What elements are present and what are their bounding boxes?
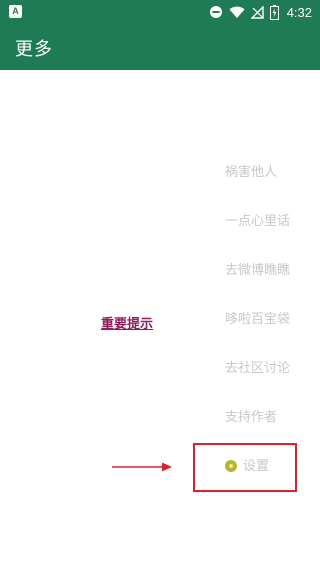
menu-item-community[interactable]: 去社区讨论	[225, 354, 315, 384]
menu-item-support-author[interactable]: 支持作者	[225, 403, 315, 433]
menu-item-weibo[interactable]: 去微博瞧瞧	[225, 256, 315, 286]
status-bar: A 4:32	[0, 0, 320, 24]
menu-item-harm-others[interactable]: 祸害他人	[225, 158, 315, 188]
status-icons: 4:32	[209, 0, 312, 24]
menu-item-heart-words[interactable]: 一点心里话	[225, 207, 315, 237]
battery-icon	[269, 4, 279, 20]
app-notification-icon: A	[9, 5, 22, 18]
signal-icon	[250, 5, 264, 19]
do-not-disturb-icon	[209, 6, 222, 18]
menu-item-doraemon-pocket[interactable]: 哆啦百宝袋	[225, 305, 315, 335]
highlight-box	[193, 443, 297, 492]
page-title: 更多	[15, 39, 53, 60]
app-bar: 更多	[0, 24, 320, 70]
annotation-arrow	[112, 462, 172, 472]
status-time: 4:32	[286, 4, 312, 20]
important-tip-link[interactable]: 重要提示	[101, 313, 153, 332]
wifi-icon	[229, 6, 245, 18]
